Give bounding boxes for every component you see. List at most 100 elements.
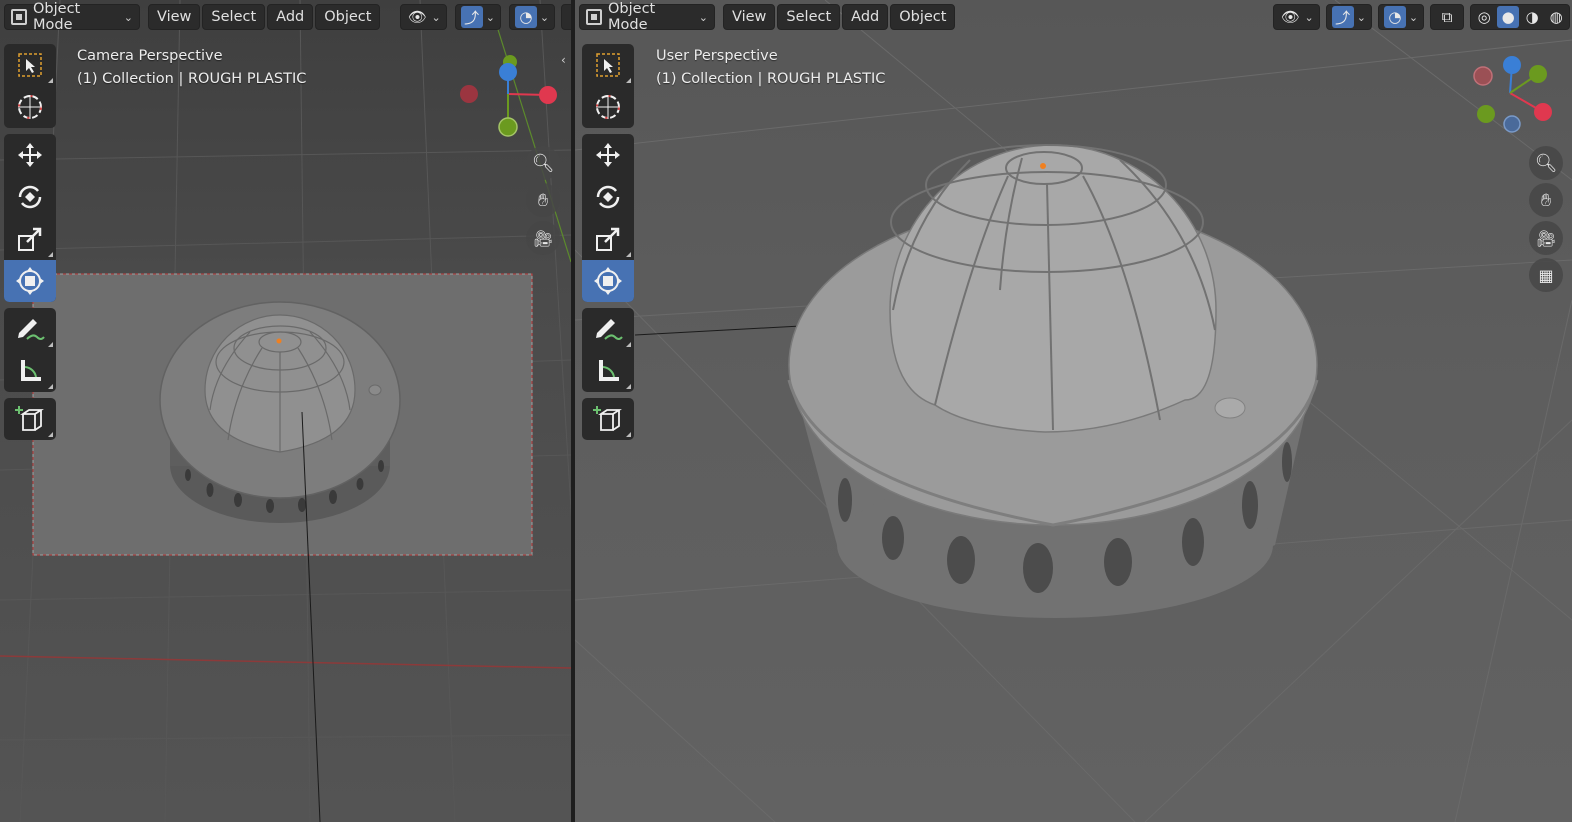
hand-icon: ✋︎ bbox=[1540, 189, 1552, 211]
view-name: User Perspective bbox=[656, 48, 778, 64]
measure-tool[interactable] bbox=[582, 350, 634, 392]
menu-object[interactable]: Object bbox=[890, 4, 956, 30]
select-box-icon bbox=[18, 53, 42, 77]
scale-icon bbox=[596, 227, 620, 251]
camera-icon: 🎥︎ bbox=[532, 228, 554, 248]
object-origin bbox=[1040, 163, 1046, 169]
cursor-tool[interactable] bbox=[582, 86, 634, 128]
collapse-arrow-icon[interactable]: ‹ bbox=[561, 53, 566, 67]
shading-modes: ◎ ● ◑ ◍ bbox=[1470, 4, 1571, 30]
left-header: Object Mode ⌄ View Select Add Object 👁 ⌄ … bbox=[0, 0, 571, 34]
move-tool[interactable] bbox=[582, 134, 634, 176]
menu-view[interactable]: View bbox=[723, 4, 776, 30]
annotate-tool[interactable] bbox=[4, 308, 56, 350]
ufo-bump bbox=[1214, 397, 1246, 419]
gizmo-icon: ⤴ bbox=[460, 6, 483, 28]
select-box-icon bbox=[596, 53, 620, 77]
object-origin bbox=[276, 338, 282, 344]
chevron-down-icon: ⌄ bbox=[1408, 10, 1419, 24]
rendered-shading-icon[interactable]: ◍ bbox=[1545, 6, 1567, 28]
wireframe-shading-icon[interactable]: ◎ bbox=[1473, 6, 1495, 28]
object-mode-dropdown[interactable]: Object Mode ⌄ bbox=[4, 1, 140, 33]
select-box-tool[interactable] bbox=[582, 44, 634, 86]
scale-tool[interactable] bbox=[582, 218, 634, 260]
right-toolbar bbox=[582, 44, 634, 446]
solid-shading-icon[interactable]: ● bbox=[1497, 6, 1520, 28]
zoom-button[interactable]: 🔍︎ bbox=[526, 146, 560, 180]
measure-tool[interactable] bbox=[4, 350, 56, 392]
chevron-down-icon: ⌄ bbox=[485, 10, 495, 24]
visibility-dropdown[interactable]: 👁 ⌄ bbox=[400, 4, 447, 30]
transform-tool[interactable] bbox=[582, 260, 634, 302]
transform-icon bbox=[594, 267, 622, 295]
chevron-down-icon: ⌄ bbox=[1304, 10, 1314, 24]
measure-icon bbox=[21, 360, 41, 381]
rotate-tool[interactable] bbox=[4, 176, 56, 218]
annotate-tool[interactable] bbox=[582, 308, 634, 350]
move-icon bbox=[18, 143, 42, 167]
chevron-down-icon: ⌄ bbox=[539, 10, 550, 24]
select-box-tool[interactable] bbox=[4, 44, 56, 86]
gizmo-icon: ⤴ bbox=[1331, 6, 1354, 28]
overlay-toggle[interactable]: ◔ ⌄ bbox=[1377, 4, 1425, 30]
menu-select[interactable]: Select bbox=[777, 4, 841, 30]
right-scene bbox=[575, 0, 1572, 822]
menu-select[interactable]: Select bbox=[202, 4, 266, 30]
perspective-toggle-button[interactable]: ▦ bbox=[1529, 258, 1563, 292]
hand-icon: ✋︎ bbox=[537, 189, 549, 211]
transform-tool[interactable] bbox=[4, 260, 56, 302]
object-mode-dropdown[interactable]: Object Mode ⌄ bbox=[579, 1, 715, 33]
scale-tool[interactable] bbox=[4, 218, 56, 260]
menu-object[interactable]: Object bbox=[315, 4, 381, 30]
move-icon bbox=[596, 143, 620, 167]
measure-icon bbox=[599, 360, 619, 381]
left-toolbar bbox=[4, 44, 56, 446]
xray-toggle[interactable]: ⧉ bbox=[561, 4, 571, 30]
camera-view-button[interactable]: 🎥︎ bbox=[526, 221, 560, 255]
chevron-down-icon: ⌄ bbox=[698, 10, 708, 24]
xray-toggle[interactable]: ⧉ bbox=[1430, 4, 1465, 30]
transform-icon bbox=[16, 267, 44, 295]
menu-view[interactable]: View bbox=[148, 4, 201, 30]
gizmo-toggle[interactable]: ⤴ ⌄ bbox=[1325, 4, 1372, 30]
add-cube-tool[interactable] bbox=[4, 398, 56, 440]
collection-info: (1) Collection | ROUGH PLASTIC bbox=[656, 71, 886, 87]
zoom-button[interactable]: 🔍︎ bbox=[1529, 146, 1563, 180]
cursor-tool[interactable] bbox=[4, 86, 56, 128]
annotate-icon bbox=[596, 319, 623, 340]
gizmo-toggle[interactable]: ⤴ ⌄ bbox=[454, 4, 501, 30]
xray-icon: ⧉ bbox=[1441, 8, 1453, 26]
header-menu: View Select Add Object bbox=[723, 4, 956, 30]
menu-add[interactable]: Add bbox=[842, 4, 889, 30]
right-header: Object Mode ⌄ View Select Add Object 👁 ⌄ … bbox=[575, 0, 1571, 34]
chevron-down-icon: ⌄ bbox=[1356, 10, 1366, 24]
left-nav-gizmo[interactable] bbox=[460, 55, 557, 137]
ufo-bump bbox=[368, 384, 382, 396]
visibility-dropdown[interactable]: 👁 ⌄ bbox=[1273, 4, 1320, 30]
scale-icon bbox=[18, 227, 42, 251]
object-mode-icon bbox=[586, 9, 602, 25]
left-3d-viewport[interactable]: Object Mode ⌄ View Select Add Object 👁 ⌄ … bbox=[0, 0, 571, 822]
rotate-tool[interactable] bbox=[582, 176, 634, 218]
pan-button[interactable]: ✋︎ bbox=[1529, 183, 1563, 217]
overlay-toggle[interactable]: ◔ ⌄ bbox=[508, 4, 556, 30]
right-nav-gizmo[interactable] bbox=[1473, 56, 1552, 133]
view-name: Camera Perspective bbox=[77, 48, 223, 64]
add-cube-tool[interactable] bbox=[582, 398, 634, 440]
move-tool[interactable] bbox=[4, 134, 56, 176]
left-scene bbox=[0, 0, 571, 822]
material-shading-icon[interactable]: ◑ bbox=[1521, 6, 1543, 28]
object-mode-icon bbox=[11, 9, 27, 25]
right-3d-viewport[interactable]: Object Mode ⌄ View Select Add Object 👁 ⌄ … bbox=[575, 0, 1572, 822]
mode-label: Object Mode bbox=[608, 1, 656, 33]
pan-button[interactable]: ✋︎ bbox=[526, 183, 560, 217]
overlay-icon: ◔ bbox=[514, 6, 537, 28]
cursor-icon bbox=[18, 95, 42, 119]
menu-add[interactable]: Add bbox=[267, 4, 314, 30]
collection-info: (1) Collection | ROUGH PLASTIC bbox=[77, 71, 307, 87]
camera-view-button[interactable]: 🎥︎ bbox=[1529, 221, 1563, 255]
rotate-icon bbox=[596, 185, 620, 209]
add-cube-icon bbox=[593, 406, 622, 431]
add-cube-icon bbox=[15, 406, 44, 431]
eye-icon: 👁 bbox=[1280, 8, 1300, 26]
